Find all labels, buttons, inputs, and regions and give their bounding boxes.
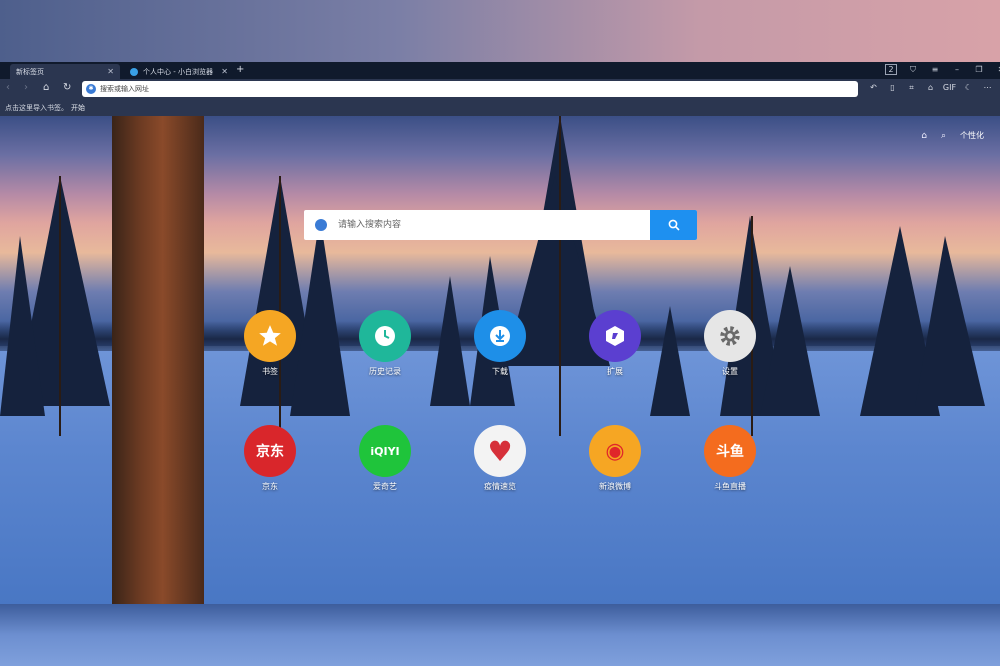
weibo-logo-icon: ◉ <box>589 425 641 477</box>
forward-button[interactable]: › <box>24 82 28 93</box>
undo-close-icon[interactable]: ↶ <box>864 83 883 93</box>
shortcut-iqiyi[interactable]: iQIYI 爱奇艺 <box>345 425 425 492</box>
tab-new-tab[interactable]: 新标签页 ✕ <box>10 64 120 79</box>
search-icon[interactable]: ⌕ <box>941 131 946 141</box>
heart-icon: ♥ <box>474 425 526 477</box>
search-engine-icon[interactable]: ✱ <box>86 84 96 94</box>
page-search-input[interactable] <box>336 219 640 231</box>
bookmark-import-link[interactable]: 开始 <box>71 103 85 113</box>
extension-icon <box>589 310 641 362</box>
refresh-button[interactable]: ↻ <box>63 82 71 93</box>
shortcut-bookmarks[interactable]: 书签 <box>230 310 310 377</box>
gif-icon[interactable]: GIF <box>940 83 959 93</box>
tab-close-icon[interactable]: ✕ <box>107 67 114 76</box>
bookmark-bar: 点击这里导入书签。 开始 <box>0 99 1000 116</box>
menu-icon[interactable]: ≡ <box>924 65 946 75</box>
blurred-background-top <box>0 0 1000 62</box>
shortcut-extensions[interactable]: 扩展 <box>575 310 655 377</box>
search-button[interactable] <box>650 210 697 240</box>
jd-logo-icon: 京东 <box>244 425 296 477</box>
page-search-box <box>304 210 697 240</box>
toolbar-tools: ↶ ▯ ⌗ ⌂ GIF ☾ ⋯ <box>864 83 997 93</box>
address-bar: ✱ <box>82 81 858 97</box>
night-mode-icon[interactable]: ☾ <box>959 83 978 93</box>
shortcut-jd[interactable]: 京东 京东 <box>230 425 310 492</box>
window-controls: 2 ⛉ ≡ – ❐ ✕ <box>880 64 1000 75</box>
browser-window: 新标签页 ✕ 个人中心 - 小白浏览器 ✕ + 2 ⛉ ≡ – ❐ ✕ ‹ › … <box>0 62 1000 604</box>
address-input[interactable] <box>100 85 800 93</box>
clock-icon <box>359 310 411 362</box>
search-icon <box>668 219 680 231</box>
back-button[interactable]: ‹ <box>6 82 10 93</box>
tab-close-icon[interactable]: ✕ <box>221 67 228 76</box>
tab-count-button[interactable]: 2 <box>880 64 902 75</box>
tab-personal-center[interactable]: 个人中心 - 小白浏览器 ✕ <box>124 64 234 79</box>
iqiyi-logo-icon: iQIYI <box>359 425 411 477</box>
tab-label: 个人中心 - 小白浏览器 <box>143 67 213 76</box>
shortcut-weibo[interactable]: ◉ 新浪微博 <box>575 425 655 492</box>
home-shortcut-icon[interactable]: ⌂ <box>921 83 940 93</box>
restore-button[interactable]: ❐ <box>968 65 990 75</box>
reader-mode-icon[interactable]: ▯ <box>883 83 902 93</box>
gear-icon <box>704 310 756 362</box>
search-engine-icon[interactable] <box>315 219 327 231</box>
shortcut-settings[interactable]: 设置 <box>690 310 770 377</box>
close-window-button[interactable]: ✕ <box>990 65 1000 75</box>
personalize-button[interactable]: 个性化 <box>960 130 984 141</box>
shortcut-douyu[interactable]: 斗鱼 斗鱼直播 <box>690 425 770 492</box>
navigation-toolbar: ‹ › ⌂ ↻ ✱ ↶ ▯ ⌗ ⌂ GIF ☾ ⋯ <box>0 79 1000 99</box>
shortcut-history[interactable]: 历史记录 <box>345 310 425 377</box>
new-tab-page: ⌂ ⌕ 个性化 书签 历史记录 <box>0 116 1000 604</box>
bookmark-import-hint: 点击这里导入书签。 <box>5 103 68 112</box>
minimize-button[interactable]: – <box>946 65 968 75</box>
blurred-background-bottom <box>0 604 1000 666</box>
shortcut-epidemic[interactable]: ♥ 疫情速览 <box>460 425 540 492</box>
home-button[interactable]: ⌂ <box>43 82 49 93</box>
more-icon[interactable]: ⋯ <box>978 83 997 93</box>
tab-bar: 新标签页 ✕ 个人中心 - 小白浏览器 ✕ + 2 ⛉ ≡ – ❐ ✕ <box>0 62 1000 79</box>
home-icon[interactable]: ⌂ <box>921 131 927 141</box>
shortcut-downloads[interactable]: 下载 <box>460 310 540 377</box>
crop-screenshot-icon[interactable]: ⌗ <box>902 83 921 93</box>
new-tab-button[interactable]: + <box>236 64 244 75</box>
download-icon <box>474 310 526 362</box>
wallpaper-tree-trunk <box>112 116 204 604</box>
douyu-logo-icon: 斗鱼 <box>704 425 756 477</box>
browser-favicon-icon <box>130 67 138 76</box>
shield-icon[interactable]: ⛉ <box>902 65 924 75</box>
page-top-actions: ⌂ ⌕ 个性化 <box>921 130 984 141</box>
tab-label: 新标签页 <box>16 67 44 76</box>
star-icon <box>244 310 296 362</box>
